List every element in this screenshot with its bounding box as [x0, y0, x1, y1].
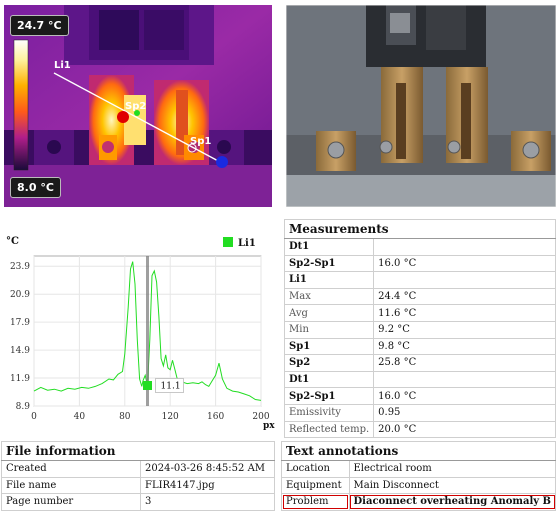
table-row: Sp1 9.8 °C	[283, 337, 556, 356]
y-tick-label: 17.9	[10, 318, 30, 328]
row-value: 20.0 °C	[373, 420, 556, 439]
row-label: Dt1	[283, 370, 375, 389]
row-value: 25.8 °C	[373, 354, 556, 372]
row-value: 9.8 °C	[373, 337, 556, 356]
row-value: 3	[140, 493, 275, 511]
row-value: Diaconnect overheating Anomaly B	[348, 493, 556, 511]
scale-max-label: 24.7 °C	[10, 15, 69, 36]
row-label: File name	[1, 476, 141, 495]
row-value	[373, 370, 556, 389]
y-tick-label: 23.9	[10, 262, 30, 272]
row-label: Min	[283, 320, 375, 339]
line-label: Li1	[54, 60, 71, 71]
row-value: 16.0 °C	[373, 387, 556, 405]
row-label: Sp1	[283, 337, 375, 356]
spot2-label: Sp2	[125, 101, 146, 112]
table-row: Problem Diaconnect overheating Anomaly B	[281, 493, 556, 511]
table-row: Dt1	[283, 238, 556, 256]
table-row: Sp2-Sp1 16.0 °C	[283, 387, 556, 405]
table-row: Min 9.2 °C	[283, 320, 556, 339]
table-row: Max 24.4 °C	[283, 287, 556, 306]
y-tick-label: 20.9	[10, 290, 30, 300]
y-tick-label: 14.9	[10, 346, 30, 356]
row-label: Avg	[283, 304, 375, 322]
x-unit-label: px	[263, 421, 275, 431]
annotations-title: Text annotations	[281, 441, 556, 461]
legend-label: Li1	[238, 238, 256, 249]
row-label: Dt1	[283, 238, 375, 256]
visual-photo	[286, 5, 556, 207]
x-tick-label: 120	[162, 412, 179, 422]
row-label: Sp2-Sp1	[283, 254, 375, 273]
row-value: 0.95	[373, 403, 556, 422]
row-value: 9.2 °C	[373, 320, 556, 339]
row-label: Li1	[283, 271, 375, 289]
table-row: Emissivity 0.95	[283, 403, 556, 422]
table-row: File name FLIR4147.jpg	[1, 476, 275, 495]
table-row: Created 2024-03-26 8:45:52 AM	[1, 460, 275, 478]
file-info-table: File information Created 2024-03-26 8:45:…	[1, 441, 275, 511]
row-label: Page number	[1, 493, 141, 511]
cursor-value: 11.1	[161, 382, 181, 392]
table-row: Sp2-Sp1 16.0 °C	[283, 254, 556, 273]
spot1-label: Sp1	[190, 136, 211, 147]
scale-min-label: 8.0 °C	[10, 177, 61, 198]
table-row: Location Electrical room	[281, 460, 556, 478]
row-label: Sp2-Sp1	[283, 387, 375, 405]
row-label: Emissivity	[283, 403, 375, 422]
y-tick-label: 8.9	[16, 402, 31, 412]
legend-swatch	[223, 237, 233, 247]
y-tick-label: 11.9	[10, 374, 30, 384]
table-row: Avg 11.6 °C	[283, 304, 556, 322]
x-tick-label: 40	[74, 412, 86, 422]
table-row: Reflected temp. 20.0 °C	[283, 420, 556, 439]
y-unit-label: °C	[6, 236, 19, 247]
thermal-image: Li1 Sp2 Sp1 24.7 °C 8.0 °C	[4, 5, 272, 207]
row-label: Equipment	[281, 476, 350, 495]
line-profile-chart: °C Li1 8.9 11.9 14.9 17.9 20.9 23.9 0 40 80 120 16…	[4, 232, 276, 432]
file-info-title: File information	[1, 441, 275, 461]
row-value: 16.0 °C	[373, 254, 556, 273]
row-value: 11.6 °C	[373, 304, 556, 322]
table-row: Dt1	[283, 370, 556, 389]
row-label: Max	[283, 287, 375, 306]
row-value: 2024-03-26 8:45:52 AM	[140, 460, 275, 478]
row-value: Electrical room	[348, 460, 556, 478]
row-label: Sp2	[283, 354, 375, 372]
row-value: FLIR4147.jpg	[140, 476, 275, 495]
x-tick-label: 80	[119, 412, 131, 422]
row-label: Reflected temp.	[283, 420, 375, 439]
row-value: Main Disconnect	[348, 476, 556, 495]
row-label: Location	[281, 460, 350, 478]
x-tick-label: 160	[207, 412, 224, 422]
row-label: Problem	[281, 493, 350, 511]
table-row: Sp2 25.8 °C	[283, 354, 556, 372]
row-value: 24.4 °C	[373, 287, 556, 306]
cursor-marker[interactable]	[143, 381, 152, 391]
x-tick-label: 0	[31, 412, 37, 422]
row-value	[373, 238, 556, 256]
annotations-table: Text annotations Location Electrical room…	[281, 441, 556, 511]
table-row: Page number 3	[1, 493, 275, 511]
measurements-title: Measurements	[284, 219, 556, 239]
table-row: Equipment Main Disconnect	[281, 476, 556, 495]
measurements-table: Measurements Dt1 Sp2-Sp1 16.0 °C Li1 Max 24.4…	[283, 219, 556, 439]
row-value	[373, 271, 556, 289]
table-row: Li1	[283, 271, 556, 289]
row-label: Created	[1, 460, 141, 478]
